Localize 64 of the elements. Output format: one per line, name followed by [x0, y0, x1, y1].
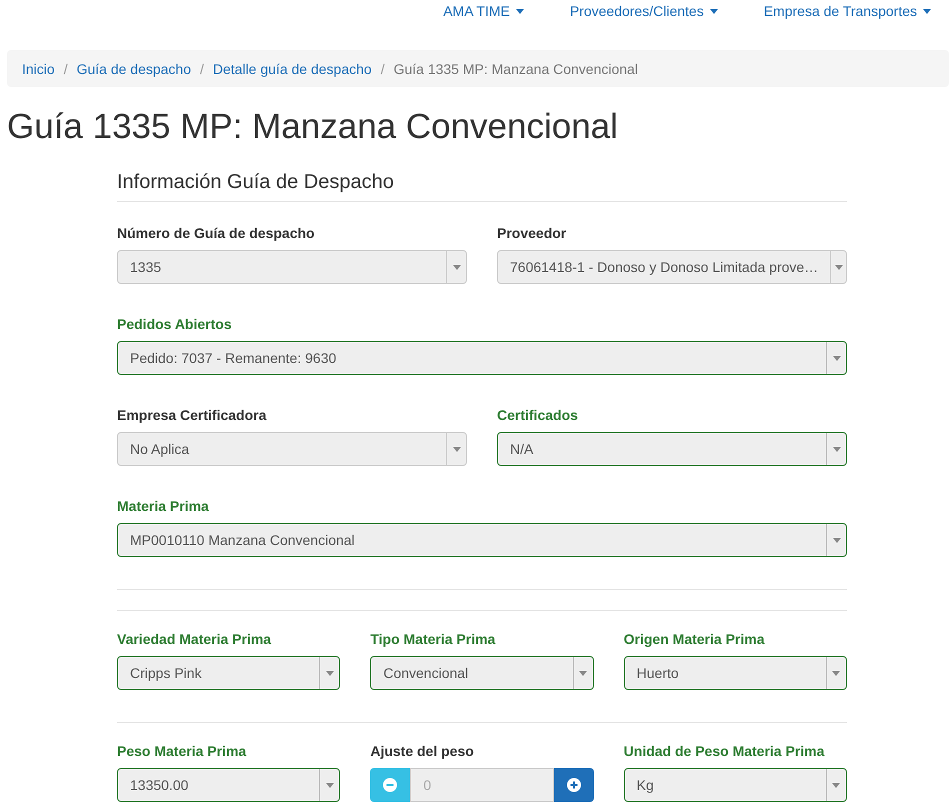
- section-title: Información Guía de Despacho: [117, 169, 847, 202]
- breadcrumb-link[interactable]: Inicio: [22, 58, 55, 78]
- select-field[interactable]: Convencional: [370, 656, 594, 690]
- caret-icon: [452, 446, 460, 452]
- caret-icon: [516, 8, 524, 14]
- caret-icon: [832, 356, 840, 360]
- page-title: Guía 1335 MP: Manzana Convencional: [7, 106, 619, 148]
- select-value: Pedido: 7037 - Remanente: 9630: [129, 349, 338, 368]
- caret-icon: [832, 538, 840, 542]
- caret-icon: [834, 264, 843, 270]
- breadcrumb-separator: /: [64, 60, 68, 78]
- nav-menu-link[interactable]: Empresa de Transportes: [764, 4, 931, 18]
- breadcrumb-current-title: Guía 1335 MP: Manzana Convencional: [394, 60, 638, 78]
- caret-icon: [579, 670, 588, 676]
- select-value: 76061418-1 - Donoso y Donoso Limitada prove…: [509, 258, 820, 277]
- select-value: Kg: [636, 776, 655, 795]
- select-value: 13350.00: [129, 776, 190, 795]
- plus-circle-icon: [566, 778, 581, 792]
- weight-input[interactable]: 0: [410, 768, 554, 802]
- field-label: Empresa Certificadora: [117, 406, 268, 425]
- select-value: N/A: [509, 440, 534, 459]
- caret-icon: [452, 264, 460, 270]
- breadcrumb-separator: /: [200, 60, 204, 78]
- field-label: Unidad de Peso Materia Prima: [624, 742, 826, 761]
- select-value: Convencional: [382, 664, 470, 683]
- caret-icon: [710, 8, 718, 14]
- field-label: Materia Prima: [117, 497, 210, 516]
- select-value: Cripps Pink: [129, 664, 203, 683]
- breadcrumb-link[interactable]: Guía de despacho: [76, 58, 191, 78]
- select-value: No Aplica: [129, 440, 190, 459]
- select-value: MP0010110 Manzana Convencional: [129, 531, 356, 550]
- select-field[interactable]: Huerto: [624, 656, 847, 690]
- minus-circle-icon: [383, 778, 398, 792]
- field-label: Ajuste del peso: [370, 742, 475, 761]
- select-field[interactable]: Kg: [624, 768, 847, 802]
- plus-button[interactable]: [554, 768, 594, 802]
- caret-icon: [832, 782, 840, 788]
- caret-icon: [326, 782, 334, 788]
- select-value: 1335: [129, 258, 162, 277]
- select-field[interactable]: Pedido: 7037 - Remanente: 9630: [117, 341, 847, 375]
- field-label: Variedad Materia Prima: [117, 630, 272, 649]
- select-field[interactable]: 1335: [117, 250, 467, 284]
- caret-icon: [832, 670, 840, 676]
- caret-icon: [326, 670, 334, 676]
- field-label: Certificados: [497, 406, 579, 425]
- nav-menu-link[interactable]: AMA TIME: [443, 4, 524, 18]
- field-label: Origen Materia Prima: [624, 630, 766, 649]
- breadcrumb-separator: /: [380, 60, 385, 78]
- caret-icon: [923, 8, 931, 14]
- select-field[interactable]: 13350.00: [117, 768, 340, 802]
- field-label: Proveedor: [497, 224, 568, 243]
- select-value: Huerto: [636, 664, 680, 683]
- field-label: Número de Guía de despacho: [117, 224, 316, 243]
- select-field[interactable]: 76061418-1 - Donoso y Donoso Limitada prove…: [497, 250, 847, 284]
- select-field[interactable]: N/A: [497, 432, 847, 466]
- caret-icon: [832, 446, 840, 452]
- select-field[interactable]: MP0010110 Manzana Convencional: [117, 523, 847, 557]
- breadcrumb-link[interactable]: Detalle guía de despacho: [212, 58, 372, 78]
- field-label: Peso Materia Prima: [117, 742, 248, 761]
- field-label: Tipo Materia Prima: [370, 630, 496, 649]
- select-field[interactable]: No Aplica: [117, 432, 467, 466]
- nav-menu-link[interactable]: Proveedores/Clientes: [570, 4, 718, 18]
- select-field[interactable]: Cripps Pink: [117, 656, 340, 690]
- field-label: Pedidos Abiertos: [117, 315, 233, 334]
